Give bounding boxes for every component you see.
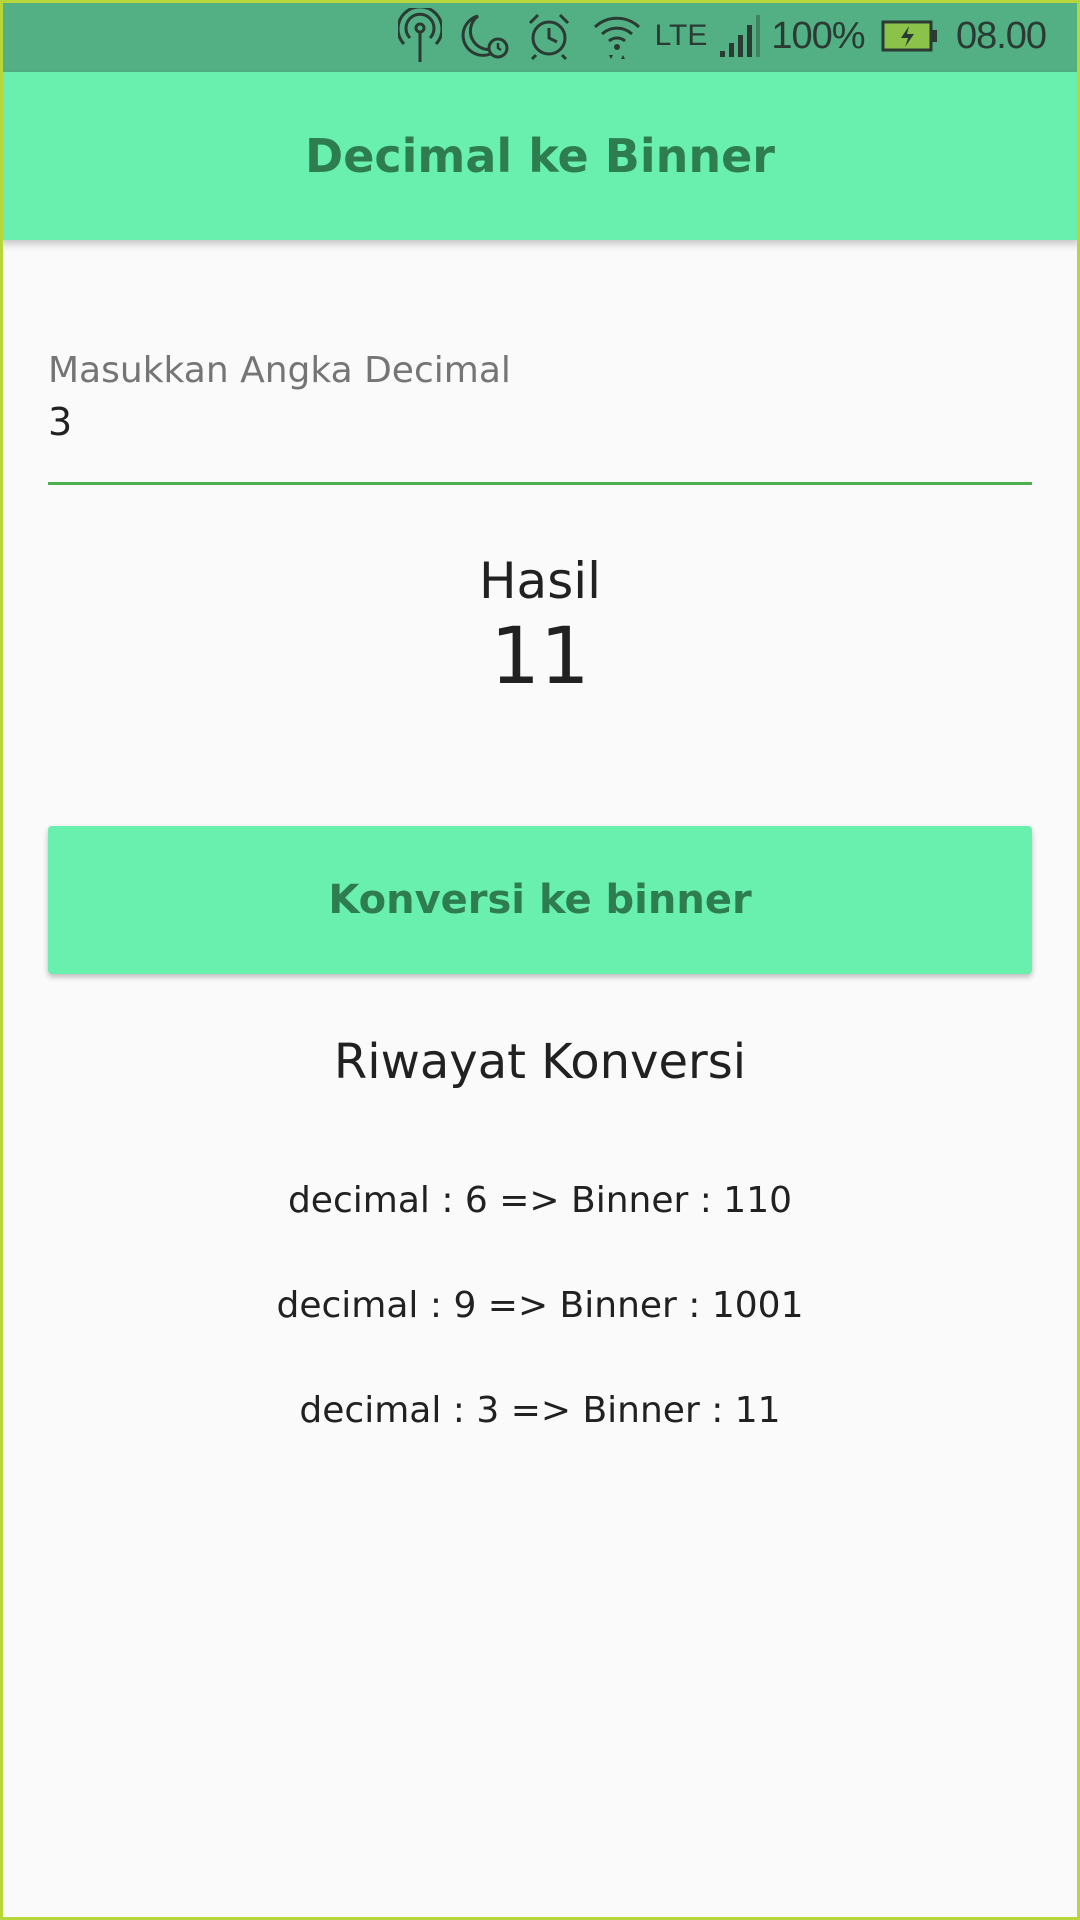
clock: 08.00 (955, 14, 1047, 57)
status-bar: LTE 100% 08.00 (0, 0, 1080, 72)
page-title: Decimal ke Binner (305, 129, 775, 183)
alarm-icon (524, 0, 574, 72)
app-bar: Decimal ke Binner (0, 72, 1080, 240)
do-not-disturb-icon (456, 0, 512, 72)
input-underline (48, 482, 1032, 485)
network-type-text: LTE (654, 19, 708, 52)
result-value: 11 (490, 612, 590, 702)
convert-button[interactable]: Konversi ke binner (48, 826, 1032, 974)
history-item: decimal : 3 => Binner : 11 (299, 1390, 781, 1431)
result-label: Hasil (478, 552, 602, 610)
history-item: decimal : 9 => Binner : 1001 (276, 1285, 804, 1326)
battery-charging-icon (880, 0, 940, 72)
decimal-input[interactable] (48, 400, 1028, 444)
history-item: decimal : 6 => Binner : 110 (287, 1180, 793, 1221)
wifi-icon (590, 0, 644, 72)
lte-icon: LTE (652, 0, 710, 72)
signal-icon (718, 0, 762, 72)
history-title: Riwayat Konversi (333, 1034, 747, 1090)
hotspot-icon (396, 0, 444, 72)
battery-percent: 100% (771, 14, 865, 57)
decimal-input-label: Masukkan Angka Decimal (48, 350, 511, 391)
convert-button-label: Konversi ke binner (328, 877, 752, 923)
history-list: decimal : 6 => Binner : 110 decimal : 9 … (0, 1180, 1080, 1495)
